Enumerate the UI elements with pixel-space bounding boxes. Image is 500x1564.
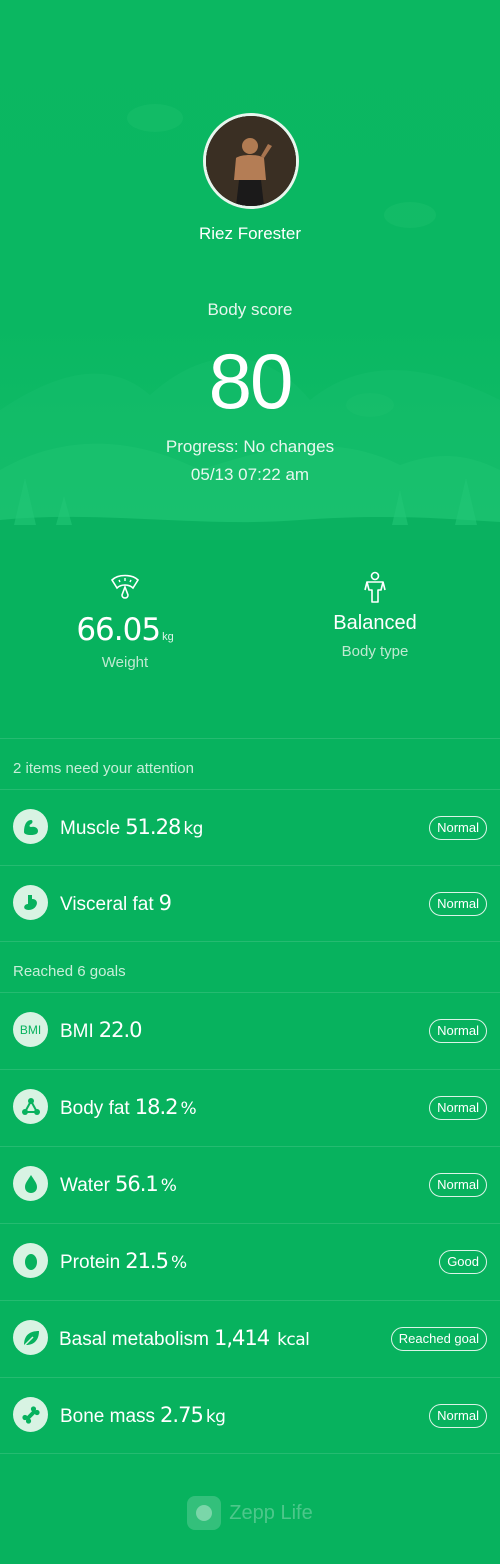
metric-value: 18.2 bbox=[134, 1095, 179, 1119]
body-score-value: 80 bbox=[208, 337, 294, 425]
metric-row-bone-mass[interactable]: Bone mass 2.75 kg Normal bbox=[0, 1377, 500, 1453]
muscle-icon bbox=[13, 809, 48, 844]
weight-value: 66.05 bbox=[76, 612, 161, 648]
metric-row-muscle[interactable]: Muscle 51.28 kg Normal bbox=[0, 789, 500, 865]
metric-unit: % bbox=[160, 1176, 177, 1196]
metric-label: Protein bbox=[60, 1252, 121, 1273]
metric-value: 9 bbox=[158, 891, 172, 915]
water-icon bbox=[13, 1166, 48, 1201]
metric-label: Basal metabolism bbox=[59, 1329, 209, 1350]
metric-label: Bone mass bbox=[60, 1406, 156, 1427]
metric-label: Body fat bbox=[60, 1098, 130, 1119]
metric-unit: % bbox=[170, 1253, 187, 1273]
metric-label: Muscle bbox=[60, 818, 121, 839]
status-badge: Normal bbox=[429, 892, 487, 916]
metric-row-water[interactable]: Water 56.1% Normal bbox=[0, 1146, 500, 1222]
status-badge: Normal bbox=[429, 816, 487, 840]
attention-heading: 2 items need your attention bbox=[13, 760, 194, 777]
weight-label: Weight bbox=[101, 654, 149, 671]
metric-unit: kcal bbox=[277, 1330, 310, 1350]
body-fat-icon bbox=[13, 1089, 48, 1124]
avatar-photo bbox=[206, 116, 296, 206]
status-badge: Normal bbox=[429, 1019, 487, 1043]
footer: Zepp Life bbox=[0, 1496, 500, 1530]
avatar[interactable] bbox=[203, 113, 299, 209]
body-type-stat[interactable]: Balanced Body type bbox=[250, 570, 500, 660]
goals-heading: Reached 6 goals bbox=[13, 963, 126, 980]
leaf-icon bbox=[13, 1320, 48, 1355]
profile-name[interactable]: Riez Forester bbox=[0, 224, 500, 244]
progress-text: Progress: No changes bbox=[165, 437, 335, 456]
mountain-background bbox=[0, 104, 500, 540]
metric-unit: kg bbox=[183, 819, 203, 839]
status-badge: Good bbox=[439, 1250, 487, 1274]
metric-value: 51.28 bbox=[125, 815, 181, 839]
bone-icon bbox=[13, 1397, 48, 1432]
metric-row-basal-metabolism[interactable]: Basal metabolism 1,414 kcal Reached goal bbox=[0, 1300, 500, 1376]
metric-label: Visceral fat bbox=[60, 894, 154, 915]
status-badge: Normal bbox=[429, 1404, 487, 1428]
status-badge: Normal bbox=[429, 1096, 487, 1120]
divider bbox=[0, 941, 500, 942]
metric-label: Water bbox=[60, 1175, 110, 1196]
metric-value: 22.0 bbox=[98, 1018, 143, 1042]
bmi-icon: BMI bbox=[13, 1012, 48, 1047]
body-score-label: Body score bbox=[207, 300, 293, 319]
divider bbox=[0, 1453, 500, 1454]
visceral-fat-icon bbox=[13, 885, 48, 920]
metric-row-body-fat[interactable]: Body fat 18.2% Normal bbox=[0, 1069, 500, 1145]
score-header: Riez Forester Body score 80 Progress: No… bbox=[0, 0, 500, 540]
weight-unit: kg bbox=[162, 631, 174, 643]
brand-name: Zepp Life bbox=[229, 1501, 313, 1524]
body-type-label: Body type bbox=[341, 643, 409, 660]
scale-icon bbox=[110, 574, 140, 599]
body-type-icon bbox=[364, 571, 386, 603]
measurement-datetime: 05/13 07:22 am bbox=[190, 465, 310, 484]
status-badge: Normal bbox=[429, 1173, 487, 1197]
weight-stat[interactable]: 66.05 kg Weight bbox=[0, 570, 250, 671]
metric-unit: kg bbox=[205, 1407, 226, 1427]
metric-row-protein[interactable]: Protein 21.5% Good bbox=[0, 1223, 500, 1299]
status-badge: Reached goal bbox=[390, 1327, 487, 1351]
metric-row-visceral-fat[interactable]: Visceral fat 9 Normal bbox=[0, 865, 500, 941]
body-type-value: Balanced bbox=[333, 612, 417, 634]
metric-value: 2.75 bbox=[160, 1403, 204, 1427]
metric-unit: % bbox=[180, 1099, 197, 1119]
metric-value: 21.5 bbox=[125, 1249, 169, 1273]
protein-icon bbox=[13, 1243, 48, 1278]
bmi-icon-text: BMI bbox=[19, 1022, 42, 1037]
metric-label: BMI bbox=[60, 1021, 94, 1042]
metric-value: 1,414 bbox=[213, 1326, 270, 1350]
metric-value: 56.1 bbox=[114, 1172, 159, 1196]
metric-row-bmi[interactable]: BMI BMI 22.0 Normal bbox=[0, 992, 500, 1068]
divider bbox=[0, 738, 500, 739]
zepp-logo-icon bbox=[187, 1496, 222, 1530]
